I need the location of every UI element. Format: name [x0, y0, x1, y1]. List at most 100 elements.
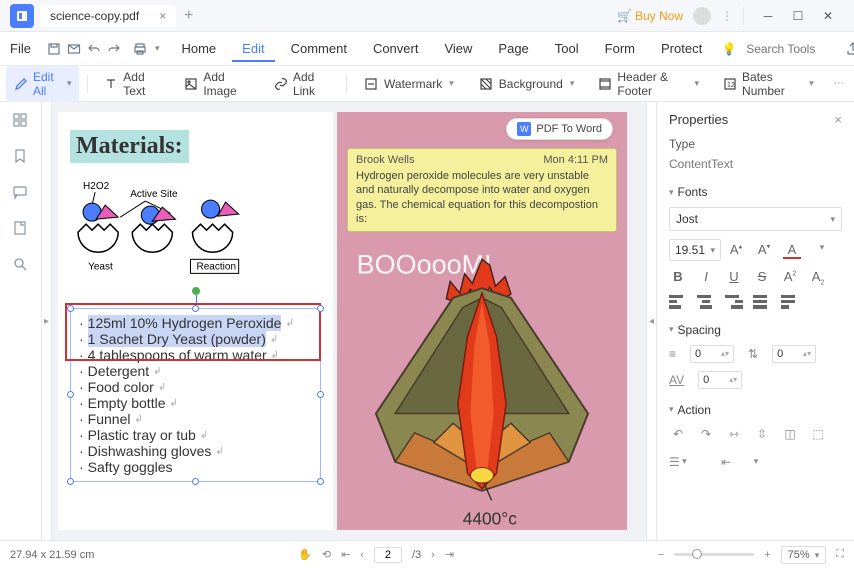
prev-page-icon[interactable]: ‹: [360, 549, 364, 561]
close-button[interactable]: ✕: [814, 5, 842, 27]
print-dropdown-icon[interactable]: ▾: [155, 43, 160, 54]
rotate-right-icon[interactable]: ↷: [697, 425, 715, 443]
toolbar-more-icon[interactable]: ⋯: [830, 73, 848, 95]
bulb-icon[interactable]: 💡: [718, 38, 740, 60]
subscript-icon[interactable]: A2: [809, 269, 827, 287]
header-footer-button[interactable]: Header & Footer ▾: [590, 66, 707, 102]
strikethrough-icon[interactable]: S: [753, 269, 771, 287]
first-page-icon[interactable]: ⇤: [341, 548, 350, 561]
resize-handle[interactable]: [67, 391, 74, 398]
expand-right-handle[interactable]: ◂: [646, 102, 656, 540]
share-icon[interactable]: [842, 38, 854, 60]
page-number-input[interactable]: [374, 547, 402, 563]
fit-screen-icon[interactable]: ⛶: [836, 548, 844, 561]
comment-note[interactable]: Brook Wells Mon 4:11 PM Hydrogen peroxid…: [347, 148, 617, 232]
search-tools-input[interactable]: [746, 42, 836, 56]
font-size-input[interactable]: 19.51▾: [669, 239, 721, 261]
menu-convert[interactable]: Convert: [363, 35, 429, 62]
add-image-button[interactable]: Add Image: [176, 66, 258, 102]
resize-handle[interactable]: [67, 478, 74, 485]
resize-handle[interactable]: [317, 478, 324, 485]
crop-icon[interactable]: ◫: [781, 425, 799, 443]
line-spacing-input[interactable]: 0▴▾: [690, 345, 734, 363]
action-section-header[interactable]: Action: [669, 403, 842, 417]
bookmarks-icon[interactable]: [12, 148, 30, 166]
align-left-icon[interactable]: [669, 295, 687, 309]
chevron-down-icon[interactable]: ▾: [747, 453, 765, 471]
resize-handle[interactable]: [317, 305, 324, 312]
maximize-button[interactable]: ☐: [784, 5, 812, 27]
flip-vertical-icon[interactable]: ⇿: [725, 425, 743, 443]
indent-icon[interactable]: ⇤: [717, 453, 735, 471]
superscript-icon[interactable]: A2: [781, 269, 799, 287]
expand-left-handle[interactable]: ▸: [42, 102, 52, 540]
resize-handle[interactable]: [192, 305, 199, 312]
spacing-section-header[interactable]: Spacing: [669, 323, 842, 337]
fonts-section-header[interactable]: Fonts: [669, 185, 842, 199]
rotation-handle[interactable]: [192, 287, 200, 295]
materials-text-box[interactable]: ·125ml 10% Hydrogen Peroxide↲ ·1 Sachet …: [70, 308, 321, 482]
resize-handle[interactable]: [192, 478, 199, 485]
align-center-icon[interactable]: [697, 295, 715, 309]
zoom-dropdown[interactable]: 75% ▾: [781, 546, 827, 564]
edit-all-button[interactable]: Edit All ▾: [6, 66, 79, 102]
char-spacing-input[interactable]: 0▴▾: [698, 371, 742, 389]
menu-page[interactable]: Page: [488, 35, 538, 62]
menu-view[interactable]: View: [434, 35, 482, 62]
menu-protect[interactable]: Protect: [651, 35, 712, 62]
redo-icon[interactable]: [107, 38, 121, 60]
decrease-font-icon[interactable]: A▾: [755, 242, 773, 259]
underline-icon[interactable]: U: [725, 269, 743, 287]
font-family-dropdown[interactable]: Jost ▾: [669, 207, 842, 231]
search-panel-icon[interactable]: [12, 256, 30, 274]
last-page-icon[interactable]: ⇥: [445, 548, 454, 561]
buy-now-link[interactable]: 🛒 Buy Now: [617, 9, 683, 23]
flip-horizontal-icon[interactable]: ⇳: [753, 425, 771, 443]
reflow-icon[interactable]: ⟲: [322, 548, 331, 561]
close-panel-icon[interactable]: ×: [834, 112, 842, 127]
page-right[interactable]: W PDF To Word Brook Wells Mon 4:11 PM Hy…: [337, 112, 627, 530]
align-justify-icon[interactable]: [753, 295, 771, 309]
chevron-down-icon[interactable]: ▾: [813, 242, 831, 259]
tab-document[interactable]: science-copy.pdf ×: [40, 5, 176, 27]
menu-edit[interactable]: Edit: [232, 35, 274, 62]
menu-tool[interactable]: Tool: [545, 35, 589, 62]
add-text-button[interactable]: Add Text: [96, 66, 168, 102]
new-tab-button[interactable]: +: [184, 7, 193, 25]
file-menu[interactable]: File: [10, 41, 31, 56]
pdf-to-word-button[interactable]: W PDF To Word: [506, 118, 613, 140]
menu-comment[interactable]: Comment: [281, 35, 357, 62]
attachments-icon[interactable]: [12, 220, 30, 238]
extract-icon[interactable]: ⬚: [809, 425, 827, 443]
italic-icon[interactable]: I: [697, 269, 715, 287]
comments-icon[interactable]: [12, 184, 30, 202]
rotate-left-icon[interactable]: ↶: [669, 425, 687, 443]
tab-close-icon[interactable]: ×: [159, 9, 166, 23]
kebab-icon[interactable]: ⋮: [721, 9, 733, 23]
resize-handle[interactable]: [317, 391, 324, 398]
zoom-out-icon[interactable]: −: [658, 549, 664, 561]
thumbnails-icon[interactable]: [12, 112, 30, 130]
watermark-button[interactable]: Watermark ▾: [355, 72, 462, 96]
bates-number-button[interactable]: 12 Bates Number ▾: [715, 66, 822, 102]
align-justify-last-icon[interactable]: [781, 295, 799, 309]
save-icon[interactable]: [47, 38, 61, 60]
page-left[interactable]: Materials: H2O2 Active Site Yeast: [58, 112, 333, 530]
background-button[interactable]: Background ▾: [470, 72, 583, 96]
add-link-button[interactable]: Add Link: [266, 66, 338, 102]
bold-icon[interactable]: B: [669, 269, 687, 287]
align-right-icon[interactable]: [725, 295, 743, 309]
hand-tool-icon[interactable]: ✋: [298, 548, 312, 561]
print-icon[interactable]: [133, 38, 147, 60]
user-avatar[interactable]: [693, 7, 711, 25]
zoom-slider[interactable]: [674, 553, 754, 556]
menu-home[interactable]: Home: [171, 35, 226, 62]
para-spacing-input[interactable]: 0▴▾: [772, 345, 816, 363]
minimize-button[interactable]: ─: [754, 5, 782, 27]
zoom-in-icon[interactable]: +: [764, 549, 770, 561]
font-color-icon[interactable]: A: [783, 242, 801, 259]
mail-icon[interactable]: [67, 38, 81, 60]
increase-font-icon[interactable]: A▴: [727, 242, 745, 259]
undo-icon[interactable]: [87, 38, 101, 60]
menu-form[interactable]: Form: [595, 35, 645, 62]
